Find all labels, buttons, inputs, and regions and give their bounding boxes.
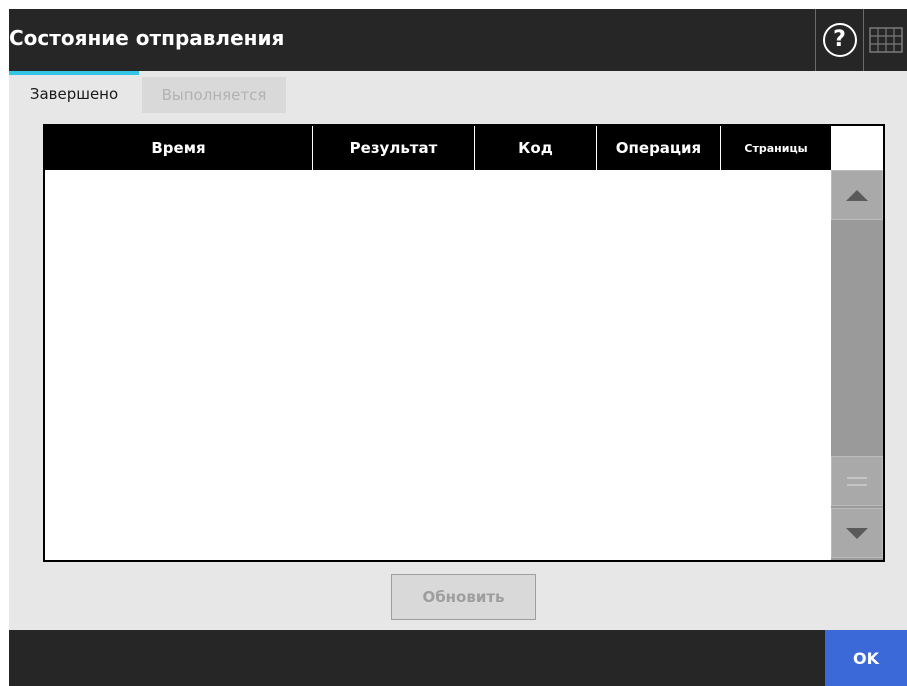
- table-header: Время Результат Код Операция Страницы: [45, 126, 831, 170]
- keyboard-icon: [868, 27, 903, 53]
- column-header-result[interactable]: Результат: [313, 126, 475, 170]
- column-header-code[interactable]: Код: [475, 126, 597, 170]
- scroll-down-button[interactable]: [831, 508, 883, 558]
- help-icon: ?: [822, 23, 857, 57]
- title-bar: Состояние отправления ?: [9, 9, 907, 71]
- tab-bar: Завершено Выполняется: [9, 71, 907, 113]
- column-header-operation[interactable]: Операция: [597, 126, 721, 170]
- table-corner: [831, 126, 883, 170]
- scroll-up-button[interactable]: [831, 170, 883, 220]
- status-table: Время Результат Код Операция Страницы: [43, 124, 885, 562]
- window-title: Состояние отправления: [9, 26, 285, 50]
- arrow-down-icon: [846, 527, 868, 539]
- footer-bar: OK: [9, 630, 907, 686]
- vertical-scrollbar[interactable]: [831, 170, 883, 560]
- help-button[interactable]: ?: [815, 9, 863, 71]
- table-body[interactable]: [45, 170, 831, 560]
- scroll-thumb[interactable]: [831, 456, 883, 506]
- tab-completed[interactable]: Завершено: [9, 71, 139, 113]
- window: Состояние отправления ? Завершено Выполн…: [9, 9, 907, 686]
- ok-button[interactable]: OK: [825, 630, 907, 686]
- column-header-time[interactable]: Время: [45, 126, 313, 170]
- refresh-button[interactable]: Обновить: [391, 574, 536, 620]
- scroll-grip-icon: [847, 476, 867, 486]
- tab-in-progress[interactable]: Выполняется: [142, 77, 286, 113]
- column-header-pages[interactable]: Страницы: [721, 126, 831, 170]
- keyboard-button[interactable]: [863, 9, 907, 71]
- arrow-up-icon: [846, 189, 868, 201]
